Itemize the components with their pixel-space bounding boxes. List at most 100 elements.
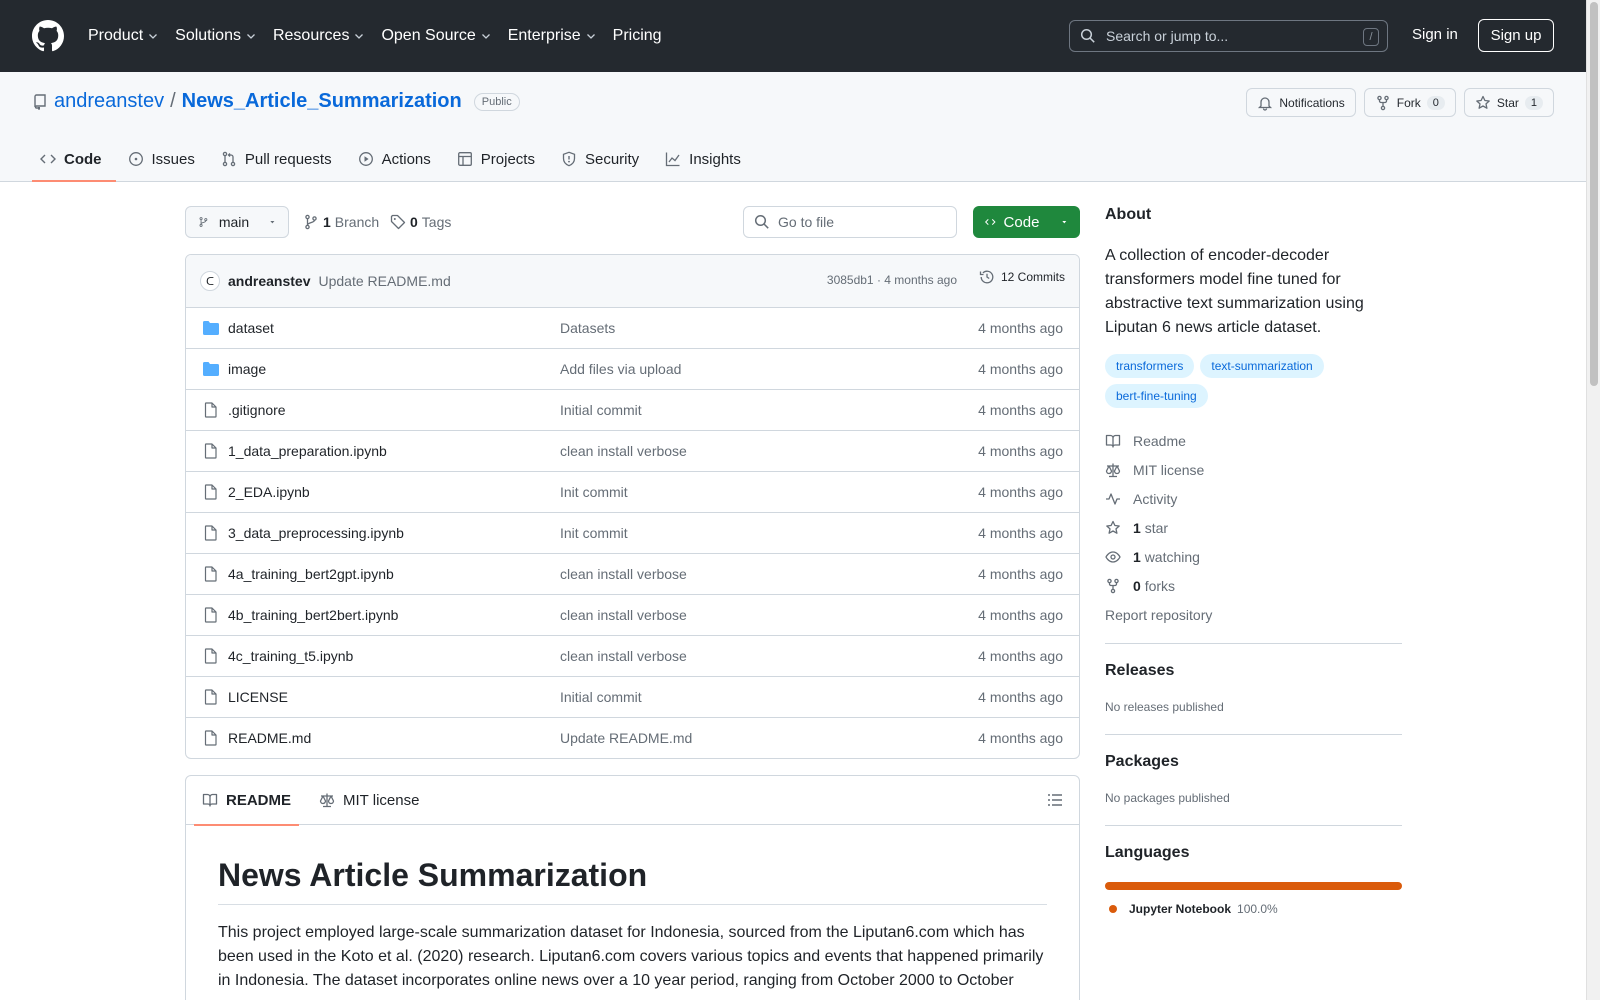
file-name-link[interactable]: 4b_training_bert2bert.ipynb [228, 607, 398, 623]
page-scrollbar[interactable] [1586, 0, 1600, 1000]
nav-enterprise[interactable]: Enterprise [508, 27, 597, 45]
file-icon [204, 402, 217, 418]
watchers-link[interactable]: 1 watching [1105, 542, 1402, 571]
file-commit-time: 4 months ago [978, 566, 1063, 582]
notifications-button[interactable]: Notifications [1246, 88, 1356, 117]
commit-author-link[interactable]: andreanstev [228, 273, 310, 289]
eye-icon [1105, 550, 1121, 563]
tab-actions[interactable]: Actions [350, 136, 445, 182]
repo-name-link[interactable]: News_Article_Summarization [182, 90, 462, 113]
license-link[interactable]: MIT license [1105, 455, 1402, 484]
repo-icon [34, 93, 46, 110]
commit-meta[interactable]: 3085db1 · 4 months ago [827, 273, 957, 287]
packages-heading[interactable]: Packages [1105, 753, 1402, 771]
tab-security[interactable]: Security [553, 136, 653, 182]
chevron-down-icon [247, 34, 255, 39]
stars-link[interactable]: 1 star [1105, 513, 1402, 542]
tab-code-label: Code [64, 150, 102, 168]
file-navigation: main 1 Branch 0 Tags Go to file Code [185, 206, 1080, 238]
fork-label: Fork [1396, 95, 1421, 110]
file-name-link[interactable]: 1_data_preparation.ipynb [228, 443, 387, 459]
language-item[interactable]: Jupyter Notebook 100.0% [1105, 902, 1402, 916]
file-name-link[interactable]: image [228, 361, 266, 377]
readme-panel: README MIT license News Article Summariz… [185, 775, 1080, 1000]
releases-heading[interactable]: Releases [1105, 662, 1402, 680]
languages-section: Languages Jupyter Notebook 100.0% [1105, 825, 1402, 916]
nav-open-source[interactable]: Open Source [381, 27, 491, 45]
tags-link[interactable]: 0 Tags [390, 214, 451, 230]
report-repository-link[interactable]: Report repository [1105, 600, 1402, 629]
commit-message-link[interactable]: Update README.md [318, 273, 450, 289]
file-name-link[interactable]: 2_EDA.ipynb [228, 484, 310, 500]
sign-in-link[interactable]: Sign in [1412, 26, 1458, 43]
file-commit-message-link[interactable]: Initial commit [560, 402, 642, 418]
github-logo-icon[interactable] [32, 20, 64, 52]
branches-link[interactable]: 1 Branch [303, 214, 379, 230]
nav-product[interactable]: Product [88, 27, 159, 45]
activity-link[interactable]: Activity [1105, 484, 1402, 513]
code-dropdown-button[interactable]: Code [973, 206, 1080, 238]
topic-tag[interactable]: transformers [1105, 354, 1195, 378]
commits-link[interactable]: 12 Commits [979, 269, 1065, 285]
go-to-file-placeholder: Go to file [778, 214, 835, 230]
sign-up-button[interactable]: Sign up [1478, 19, 1554, 52]
global-search-input[interactable]: Search or jump to... / [1069, 20, 1388, 52]
file-commit-message-link[interactable]: Add files via upload [560, 361, 681, 377]
file-name-link[interactable]: 4a_training_bert2gpt.ipynb [228, 566, 394, 582]
readme-paragraph: This project employed large-scale summar… [218, 924, 1044, 989]
notifications-label: Notifications [1279, 95, 1345, 110]
bell-icon [1258, 96, 1273, 111]
file-name-link[interactable]: .gitignore [228, 402, 286, 418]
tag-count-value: 0 [410, 214, 418, 230]
file-commit-message-link[interactable]: Update README.md [560, 730, 692, 746]
file-commit-message-link[interactable]: clean install verbose [560, 648, 687, 664]
go-to-file-input[interactable]: Go to file [743, 206, 957, 238]
fork-icon [1376, 95, 1389, 110]
tab-readme[interactable]: README [193, 776, 300, 826]
star-label: Star [1496, 95, 1519, 110]
forks-link[interactable]: 0 forks [1105, 571, 1402, 600]
file-commit-message-link[interactable]: clean install verbose [560, 566, 687, 582]
star-button[interactable]: Star 1 [1463, 88, 1554, 117]
about-description: A collection of encoder-decoder transfor… [1105, 247, 1364, 336]
fork-button[interactable]: Fork 0 [1363, 88, 1456, 117]
file-commit-message-link[interactable]: Init commit [560, 525, 628, 541]
topic-tag[interactable]: bert-fine-tuning [1105, 384, 1208, 408]
tab-insights[interactable]: Insights [657, 136, 755, 182]
list-unordered-icon[interactable] [1047, 792, 1063, 808]
global-header: Product Solutions Resources Open Source … [0, 0, 1586, 72]
scrollbar-thumb[interactable] [1590, 2, 1598, 386]
file-commit-message-link[interactable]: clean install verbose [560, 443, 687, 459]
law-icon [1105, 463, 1121, 477]
tab-projects[interactable]: Projects [449, 136, 549, 182]
code-icon [985, 219, 996, 225]
file-name-link[interactable]: 3_data_preprocessing.ipynb [228, 525, 404, 541]
tab-issues[interactable]: Issues [120, 136, 209, 182]
nav-solutions[interactable]: Solutions [175, 27, 257, 45]
repo-separator: / [170, 90, 176, 112]
tab-code[interactable]: Code [32, 136, 116, 182]
file-name-link[interactable]: 4c_training_t5.ipynb [228, 648, 353, 664]
file-name-link[interactable]: dataset [228, 320, 274, 336]
file-commit-message-link[interactable]: Datasets [560, 320, 615, 336]
tab-pull-requests[interactable]: Pull requests [213, 136, 346, 182]
tab-license[interactable]: MIT license [319, 776, 427, 825]
file-commit-message-link[interactable]: clean install verbose [560, 607, 687, 623]
file-commit-time: 4 months ago [978, 730, 1063, 746]
play-icon [358, 152, 373, 166]
readme-link[interactable]: Readme [1105, 426, 1402, 455]
topic-tag[interactable]: text-summarization [1200, 354, 1324, 378]
table-row: dataset Datasets 4 months ago [186, 308, 1079, 349]
file-name-link[interactable]: README.md [228, 730, 311, 746]
table-row: image Add files via upload 4 months ago [186, 349, 1079, 390]
repo-owner-link[interactable]: andreanstev [54, 90, 164, 113]
nav-resources[interactable]: Resources [273, 27, 365, 45]
file-name-link[interactable]: LICENSE [228, 689, 288, 705]
readme-content: News Article Summarization This project … [186, 825, 1079, 1000]
nav-pricing[interactable]: Pricing [613, 27, 662, 45]
language-name: Jupyter Notebook [1129, 902, 1232, 916]
file-commit-message-link[interactable]: Init commit [560, 484, 628, 500]
file-commit-message-link[interactable]: Initial commit [560, 689, 642, 705]
branch-selector[interactable]: main [185, 206, 289, 238]
avatar[interactable]: ᑕ [200, 271, 220, 291]
